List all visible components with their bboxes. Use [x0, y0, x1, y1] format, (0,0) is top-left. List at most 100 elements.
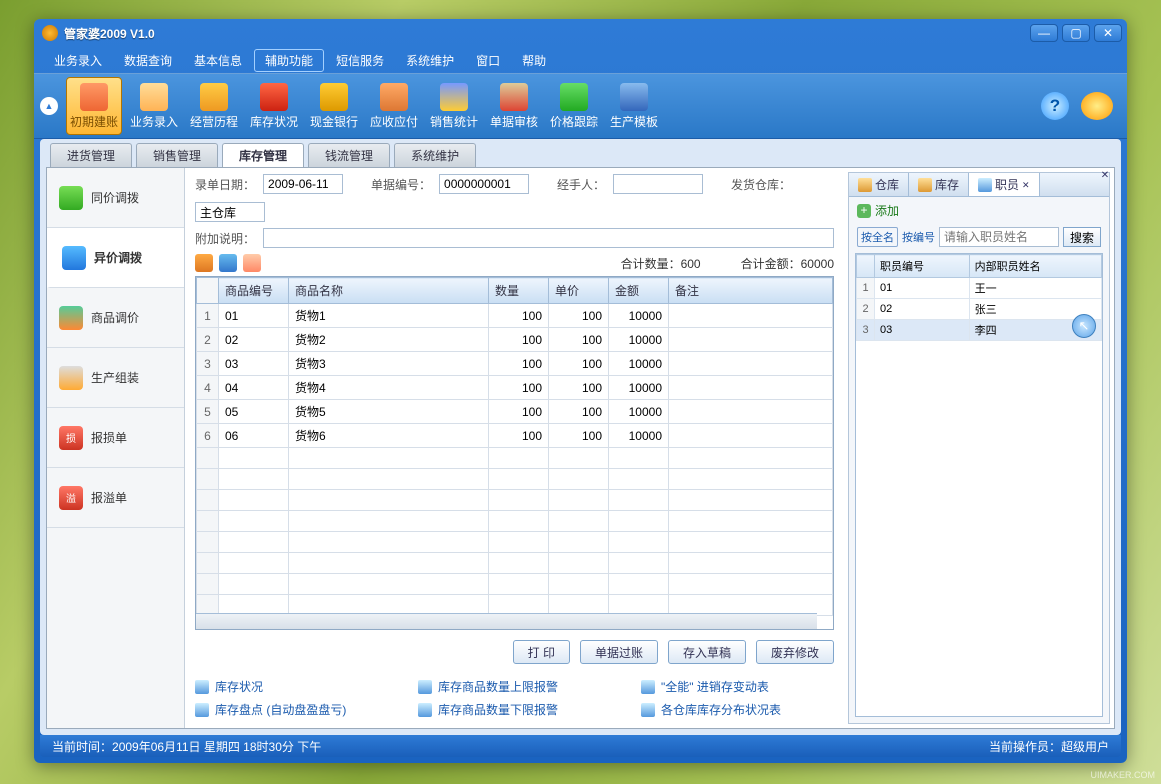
link-4[interactable]: 库存商品数量下限报警: [418, 701, 611, 718]
module-tab-3[interactable]: 钱流管理: [308, 143, 390, 167]
col-2[interactable]: 数量: [489, 278, 549, 304]
employee-row[interactable]: 101王一: [857, 278, 1102, 299]
cursor-indicator-icon: ↖: [1072, 314, 1096, 338]
filter-fullname-link[interactable]: 按全名: [857, 227, 898, 247]
table-row[interactable]: [197, 469, 833, 490]
menu-6[interactable]: 窗口: [466, 50, 510, 71]
link-2[interactable]: "全能" 进销存变动表: [641, 678, 834, 695]
search-input[interactable]: [939, 227, 1059, 247]
menu-2[interactable]: 基本信息: [184, 50, 252, 71]
link-0[interactable]: 库存状况: [195, 678, 388, 695]
table-row[interactable]: [197, 511, 833, 532]
col-4[interactable]: 金额: [609, 278, 669, 304]
mini-icon-3[interactable]: [243, 254, 261, 272]
help-icon[interactable]: ?: [1041, 92, 1069, 120]
collapse-toolbar-icon[interactable]: ▲: [40, 97, 58, 115]
col-1[interactable]: 商品名称: [289, 278, 489, 304]
employee-row[interactable]: 303李四: [857, 320, 1102, 341]
no-input[interactable]: [439, 174, 529, 194]
table-row[interactable]: [197, 448, 833, 469]
rp-tab-icon: [978, 178, 992, 192]
print-button[interactable]: 打 印: [513, 640, 570, 664]
mini-icon-1[interactable]: [195, 254, 213, 272]
table-row[interactable]: [197, 574, 833, 595]
table-row[interactable]: [197, 490, 833, 511]
table-row[interactable]: [197, 532, 833, 553]
note-input[interactable]: [263, 228, 834, 248]
menu-7[interactable]: 帮助: [512, 50, 556, 71]
toolbar-entry[interactable]: 业务录入: [126, 77, 182, 135]
toolbar-init-account[interactable]: 初期建账: [66, 77, 122, 135]
menu-4[interactable]: 短信服务: [326, 50, 394, 71]
filter-code-link[interactable]: 按编号: [902, 229, 935, 245]
toolbar-sales[interactable]: 销售统计: [426, 77, 482, 135]
link-icon: [641, 703, 655, 717]
price-icon: [560, 83, 588, 111]
sidebar-item-overflow[interactable]: 溢报溢单: [47, 468, 184, 528]
sidebar-item-loss[interactable]: 损报损单: [47, 408, 184, 468]
assemble-icon: [59, 366, 83, 390]
link-icon: [195, 680, 209, 694]
col-5[interactable]: 备注: [669, 278, 833, 304]
toolbar-audit[interactable]: 单据审核: [486, 77, 542, 135]
toolbar-production[interactable]: 生产模板: [606, 77, 662, 135]
rp-tab-0[interactable]: 仓库: [849, 173, 909, 196]
diff-price-icon: [62, 246, 86, 270]
sidebar: 同价调拨异价调拨商品调价生产组装损报损单溢报溢单: [47, 168, 185, 728]
content-area: 进货管理销售管理库存管理钱流管理系统维护 同价调拨异价调拨商品调价生产组装损报损…: [40, 139, 1121, 735]
overflow-icon: 溢: [59, 486, 83, 510]
post-button[interactable]: 单据过账: [580, 640, 658, 664]
total-amt: 60000: [801, 257, 834, 271]
tab-close-icon[interactable]: ✕: [1022, 173, 1030, 197]
mini-icon-2[interactable]: [219, 254, 237, 272]
add-button[interactable]: + 添加: [849, 197, 1109, 224]
menu-3[interactable]: 辅助功能: [254, 49, 324, 72]
sidebar-item-same-price[interactable]: 同价调拨: [47, 168, 184, 228]
module-tab-4[interactable]: 系统维护: [394, 143, 476, 167]
menu-5[interactable]: 系统维护: [396, 50, 464, 71]
toolbar-receivable[interactable]: 应收应付: [366, 77, 422, 135]
rp-tab-1[interactable]: 库存: [909, 173, 969, 196]
handler-input[interactable]: [613, 174, 703, 194]
module-tab-2[interactable]: 库存管理: [222, 143, 304, 167]
menu-1[interactable]: 数据查询: [114, 50, 182, 71]
col-0[interactable]: 商品编号: [219, 278, 289, 304]
table-row[interactable]: 505货物510010010000: [197, 400, 833, 424]
table-row[interactable]: 303货物310010010000: [197, 352, 833, 376]
table-row[interactable]: [197, 553, 833, 574]
close-button[interactable]: ✕: [1094, 24, 1122, 42]
date-input[interactable]: [263, 174, 343, 194]
sidebar-item-assemble[interactable]: 生产组装: [47, 348, 184, 408]
table-row[interactable]: 404货物410010010000: [197, 376, 833, 400]
rp-tab-2[interactable]: 职员 ✕: [969, 173, 1040, 196]
maximize-button[interactable]: ▢: [1062, 24, 1090, 42]
draft-button[interactable]: 存入草稿: [668, 640, 746, 664]
toolbar-history[interactable]: 经营历程: [186, 77, 242, 135]
toolbar-price[interactable]: 价格跟踪: [546, 77, 602, 135]
options-icon[interactable]: [1081, 92, 1113, 120]
table-row[interactable]: 202货物210010010000: [197, 328, 833, 352]
warehouse-input[interactable]: [195, 202, 265, 222]
table-row[interactable]: 101货物110010010000: [197, 304, 833, 328]
loss-icon: 损: [59, 426, 83, 450]
employee-row[interactable]: 202张三: [857, 299, 1102, 320]
sidebar-item-adjust[interactable]: 商品调价: [47, 288, 184, 348]
link-1[interactable]: 库存商品数量上限报警: [418, 678, 611, 695]
col-3[interactable]: 单价: [549, 278, 609, 304]
discard-button[interactable]: 废弃修改: [756, 640, 834, 664]
module-tab-1[interactable]: 销售管理: [136, 143, 218, 167]
adjust-icon: [59, 306, 83, 330]
menu-0[interactable]: 业务录入: [44, 50, 112, 71]
search-button[interactable]: 搜索: [1063, 227, 1101, 247]
h-scrollbar[interactable]: [196, 613, 817, 629]
menubar: 业务录入数据查询基本信息辅助功能短信服务系统维护窗口帮助: [34, 47, 1127, 73]
sidebar-item-diff-price[interactable]: 异价调拨: [47, 228, 184, 288]
link-3[interactable]: 库存盘点 (自动盘盈盘亏): [195, 701, 388, 718]
panel-close-icon[interactable]: ✕: [1098, 170, 1112, 184]
toolbar-stock[interactable]: 库存状况: [246, 77, 302, 135]
link-5[interactable]: 各仓库库存分布状况表: [641, 701, 834, 718]
toolbar-cash[interactable]: 现金银行: [306, 77, 362, 135]
module-tab-0[interactable]: 进货管理: [50, 143, 132, 167]
table-row[interactable]: 606货物610010010000: [197, 424, 833, 448]
minimize-button[interactable]: —: [1030, 24, 1058, 42]
